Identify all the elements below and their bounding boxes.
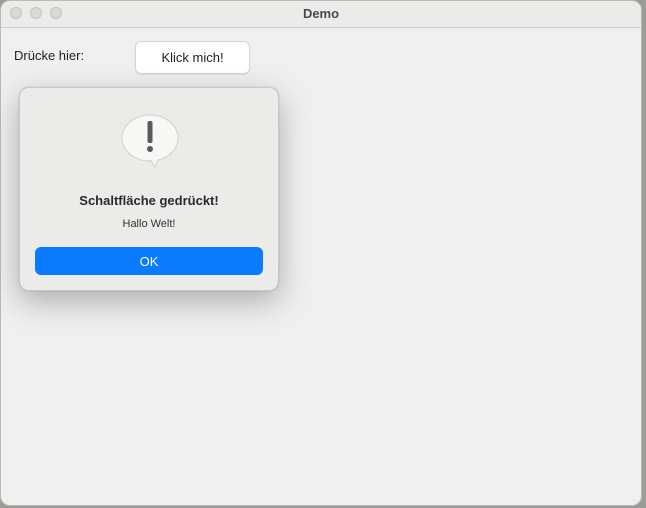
alert-message: Hallo Welt! xyxy=(122,218,176,230)
title-bar[interactable]: Demo xyxy=(1,1,641,28)
exclamation-speech-bubble-icon xyxy=(121,114,179,168)
prompt-label: Drücke hier: xyxy=(14,48,85,63)
alert-dialog: Schaltfläche gedrückt! Hallo Welt! OK xyxy=(19,87,279,291)
window-title: Demo xyxy=(302,6,340,21)
ok-button[interactable]: OK xyxy=(35,247,263,275)
alert-title: Schaltfläche gedrückt! xyxy=(79,193,219,208)
click-me-button[interactable]: Klick mich! xyxy=(135,41,250,74)
